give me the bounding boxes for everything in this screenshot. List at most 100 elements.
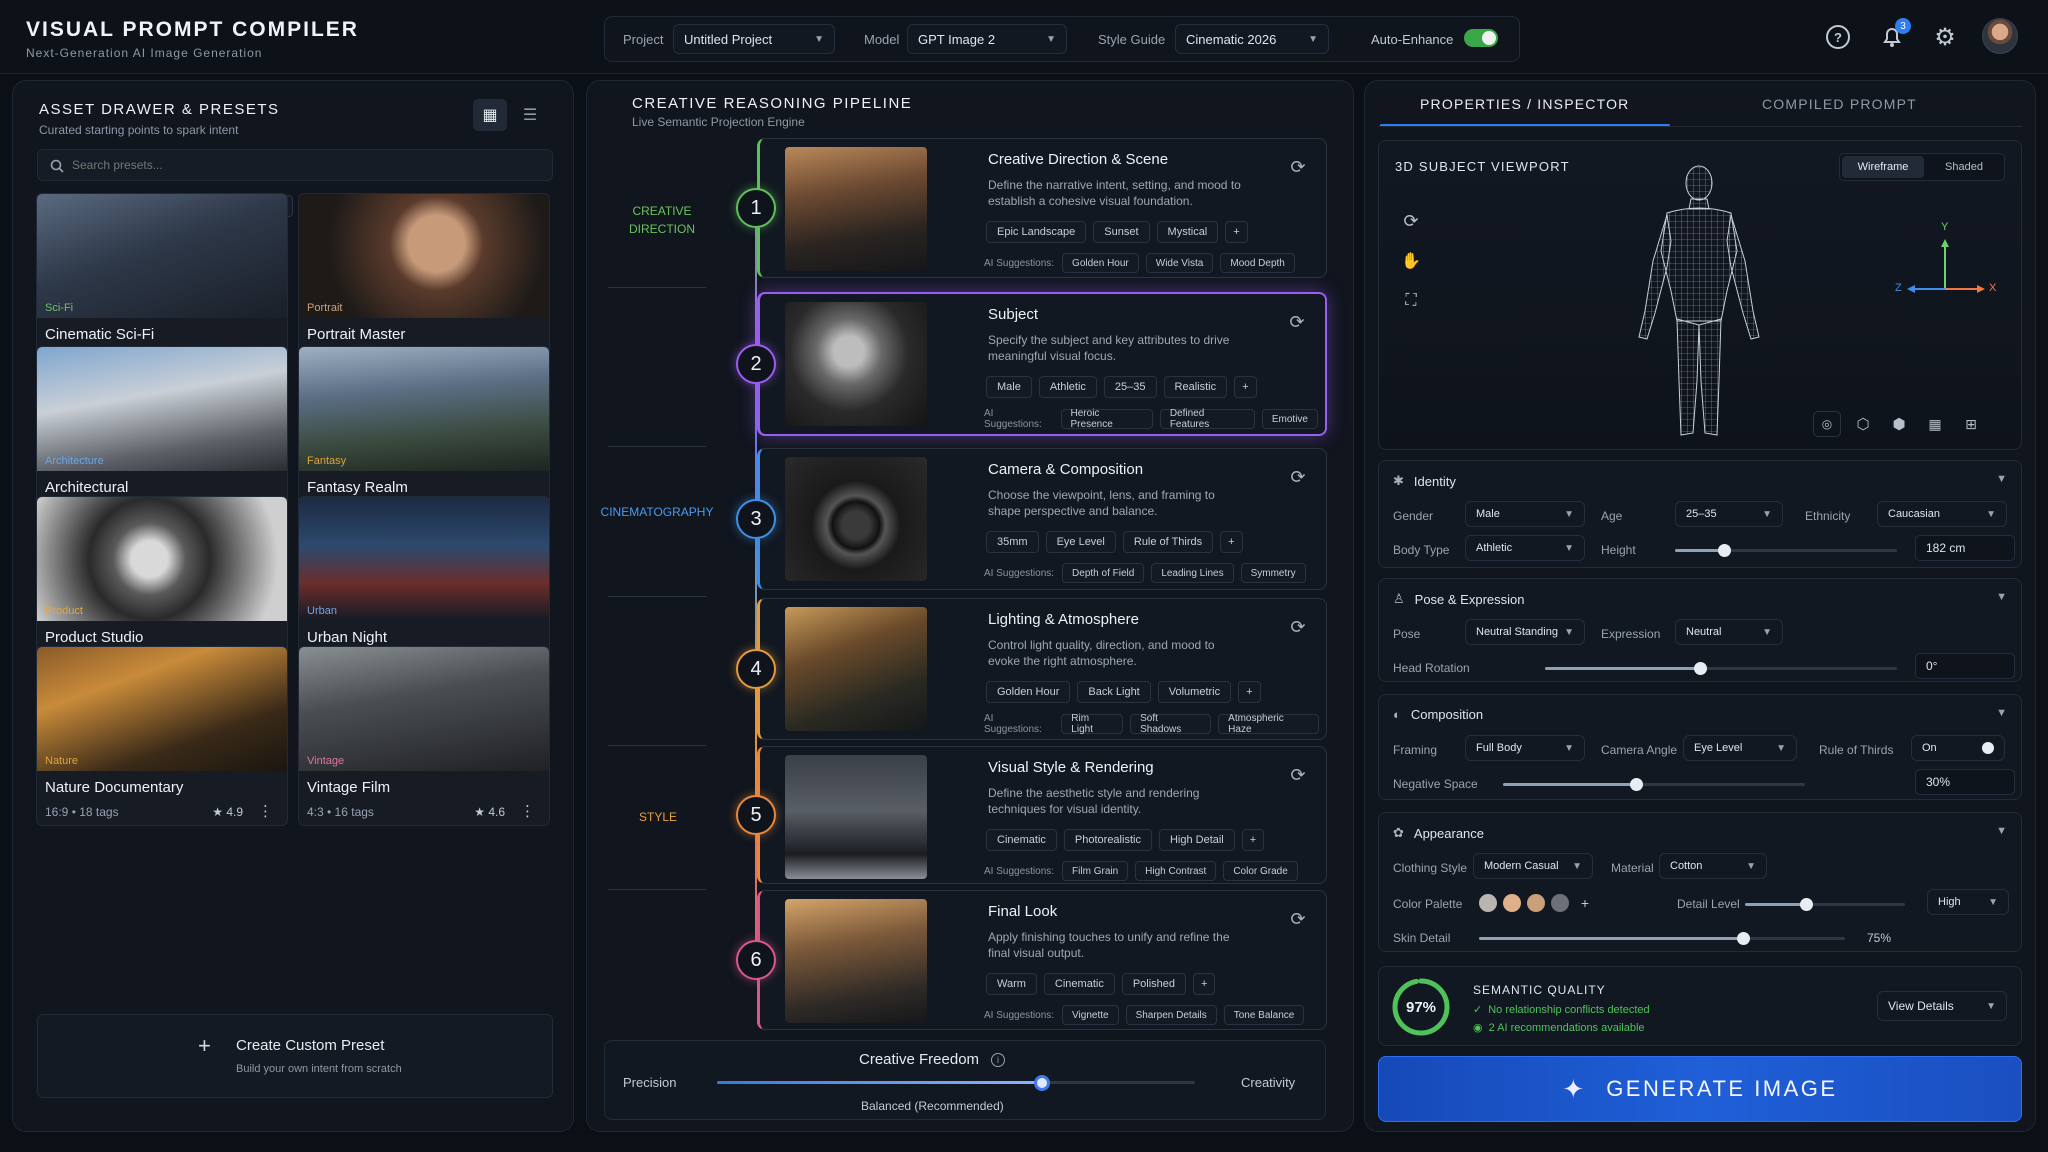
negative-space-value[interactable]: 30% xyxy=(1915,769,2015,795)
gear-icon[interactable]: ⚙ xyxy=(1932,24,1958,51)
suggestion-chip[interactable]: Symmetry xyxy=(1240,563,1306,583)
framing-select[interactable]: Full Body ▼ xyxy=(1465,735,1585,761)
slider-handle[interactable] xyxy=(1034,1075,1051,1091)
step-tag[interactable]: Rule of Thirds xyxy=(1122,531,1214,553)
pipeline-step-5[interactable]: Visual Style & Rendering Define the aesth… xyxy=(757,746,1327,884)
suggestion-chip[interactable]: Soft Shadows xyxy=(1130,713,1212,735)
step-tag[interactable]: Polished xyxy=(1121,973,1187,995)
composition-header[interactable]: ◐ Composition xyxy=(1393,707,1483,722)
step-tag[interactable]: Back Light xyxy=(1077,681,1151,703)
step-tag[interactable]: 25–35 xyxy=(1103,376,1157,398)
detail-level-select[interactable]: High ▼ xyxy=(1927,889,2009,915)
pan-hand-icon[interactable]: ✋ xyxy=(1397,247,1425,275)
skin-detail-slider[interactable] xyxy=(1479,932,1845,945)
step-tag[interactable]: Warm xyxy=(986,973,1037,995)
help-icon[interactable]: ? xyxy=(1826,25,1850,49)
age-select[interactable]: 25–35 ▼ xyxy=(1675,501,1783,527)
add-tag-button[interactable]: + xyxy=(1234,376,1257,398)
suggestion-chip[interactable]: Defined Features xyxy=(1159,408,1255,430)
slider-handle[interactable] xyxy=(1693,662,1707,675)
preset-card[interactable]: Nature Nature Documentary 16:9 • 18 tags ★ … xyxy=(36,646,288,826)
suggestion-chip[interactable]: Atmospheric Haze xyxy=(1218,713,1319,735)
grid-view-icon[interactable]: ▦ xyxy=(473,99,507,131)
slider-handle[interactable] xyxy=(1717,544,1731,557)
step-tag[interactable]: Volumetric xyxy=(1157,681,1232,703)
suggestion-chip[interactable]: Sharpen Details xyxy=(1125,1005,1217,1025)
refresh-icon[interactable]: ⟳ xyxy=(1284,761,1312,789)
step-tag[interactable]: Cinematic xyxy=(1043,973,1115,995)
add-color-icon[interactable]: + xyxy=(1575,893,1595,913)
box-icon[interactable]: ⬢ xyxy=(1885,411,1913,437)
step-tag[interactable]: Eye Level xyxy=(1045,531,1116,553)
suggestion-chip[interactable]: High Contrast xyxy=(1135,861,1217,881)
more-options-icon[interactable]: ⋮ xyxy=(520,802,535,820)
target-icon[interactable]: ◎ xyxy=(1813,411,1841,437)
add-tag-button[interactable]: + xyxy=(1241,829,1265,851)
height-slider[interactable] xyxy=(1675,544,1897,557)
head-rotation-slider[interactable] xyxy=(1545,662,1897,675)
view-details-button[interactable]: View Details ▼ xyxy=(1877,991,2007,1021)
add-tag-button[interactable]: + xyxy=(1220,531,1243,553)
tab-compiled-prompt[interactable]: COMPILED PROMPT xyxy=(1762,96,1917,112)
chevron-down-icon[interactable]: ▼ xyxy=(1996,473,2007,485)
step-tag[interactable]: Mystical xyxy=(1156,221,1219,243)
color-swatch[interactable] xyxy=(1503,894,1521,912)
step-tag[interactable]: High Detail xyxy=(1158,829,1235,851)
color-swatch[interactable] xyxy=(1479,894,1497,912)
preset-search[interactable] xyxy=(37,149,553,181)
refresh-icon[interactable]: ⟳ xyxy=(1284,463,1312,491)
add-tag-button[interactable]: + xyxy=(1225,221,1248,243)
add-tag-button[interactable]: + xyxy=(1238,681,1261,703)
project-select[interactable]: Untitled Project ▼ xyxy=(673,24,835,54)
chevron-down-icon[interactable]: ▼ xyxy=(1996,591,2007,603)
more-options-icon[interactable]: ⋮ xyxy=(258,802,273,820)
expression-select[interactable]: Neutral ▼ xyxy=(1675,619,1783,645)
suggestion-chip[interactable]: Wide Vista xyxy=(1145,253,1214,273)
model-select[interactable]: GPT Image 2 ▼ xyxy=(907,24,1067,54)
auto-enhance-toggle[interactable] xyxy=(1464,29,1498,47)
step-tag[interactable]: Cinematic xyxy=(986,829,1057,851)
suggestion-chip[interactable]: Rim Light xyxy=(1061,713,1124,735)
pose-select[interactable]: Neutral Standing ▼ xyxy=(1465,619,1585,645)
pipeline-step-3[interactable]: Camera & Composition Choose the viewpoint… xyxy=(757,448,1327,590)
refresh-icon[interactable]: ⟳ xyxy=(1284,905,1312,933)
chevron-down-icon[interactable]: ▼ xyxy=(1996,707,2007,719)
step-tag[interactable]: Realistic xyxy=(1163,376,1228,398)
camera-angle-select[interactable]: Eye Level ▼ xyxy=(1683,735,1797,761)
suggestion-chip[interactable]: Color Grade xyxy=(1223,861,1298,881)
step-tag[interactable]: Male xyxy=(986,376,1032,398)
refresh-icon[interactable]: ⟳ xyxy=(1284,613,1312,641)
color-swatch[interactable] xyxy=(1527,894,1545,912)
step-tag[interactable]: Golden Hour xyxy=(986,681,1071,703)
suggestion-chip[interactable]: Golden Hour xyxy=(1062,253,1139,273)
step-tag[interactable]: Epic Landscape xyxy=(986,221,1087,243)
pose-header[interactable]: ♙ Pose & Expression xyxy=(1393,591,1525,607)
gender-select[interactable]: Male ▼ xyxy=(1465,501,1585,527)
suggestion-chip[interactable]: Tone Balance xyxy=(1223,1005,1305,1025)
shaded-button[interactable]: Shaded xyxy=(1924,156,2004,178)
pipeline-step-6[interactable]: Final Look Apply finishing touches to uni… xyxy=(757,890,1327,1030)
ethnicity-select[interactable]: Caucasian ▼ xyxy=(1877,501,2007,527)
pipeline-step-4[interactable]: Lighting & Atmosphere Control light quali… xyxy=(757,598,1327,740)
suggestion-chip[interactable]: Depth of Field xyxy=(1062,563,1145,583)
avatar[interactable] xyxy=(1982,18,2018,54)
head-rotation-value[interactable]: 0° xyxy=(1915,653,2015,679)
add-tag-button[interactable]: + xyxy=(1193,973,1216,995)
generate-image-button[interactable]: ✦ GENERATE IMAGE xyxy=(1378,1056,2022,1122)
grid-icon[interactable]: ▦ xyxy=(1921,411,1949,437)
material-select[interactable]: Cotton ▼ xyxy=(1659,853,1767,879)
appearance-header[interactable]: ✿ Appearance xyxy=(1393,825,1484,841)
subject-viewport[interactable]: 3D SUBJECT VIEWPORT Wireframe Shaded ⟳ ✋… xyxy=(1378,140,2022,450)
bell-icon[interactable]: 3 xyxy=(1879,18,1911,50)
list-view-icon[interactable]: ☰ xyxy=(513,99,547,131)
style-guide-select[interactable]: Cinematic 2026 ▼ xyxy=(1175,24,1329,54)
rule-of-thirds-toggle[interactable]: On xyxy=(1911,735,2005,761)
clothing-style-select[interactable]: Modern Casual ▼ xyxy=(1473,853,1593,879)
slider-handle[interactable] xyxy=(1629,778,1643,791)
slider-handle[interactable] xyxy=(1799,898,1813,911)
suggestion-chip[interactable]: Heroic Presence xyxy=(1060,408,1153,430)
suggestion-chip[interactable]: Film Grain xyxy=(1062,861,1129,881)
suggestion-chip[interactable]: Leading Lines xyxy=(1151,563,1234,583)
info-icon[interactable]: i xyxy=(991,1052,1006,1067)
creative-freedom-slider[interactable] xyxy=(717,1075,1195,1091)
